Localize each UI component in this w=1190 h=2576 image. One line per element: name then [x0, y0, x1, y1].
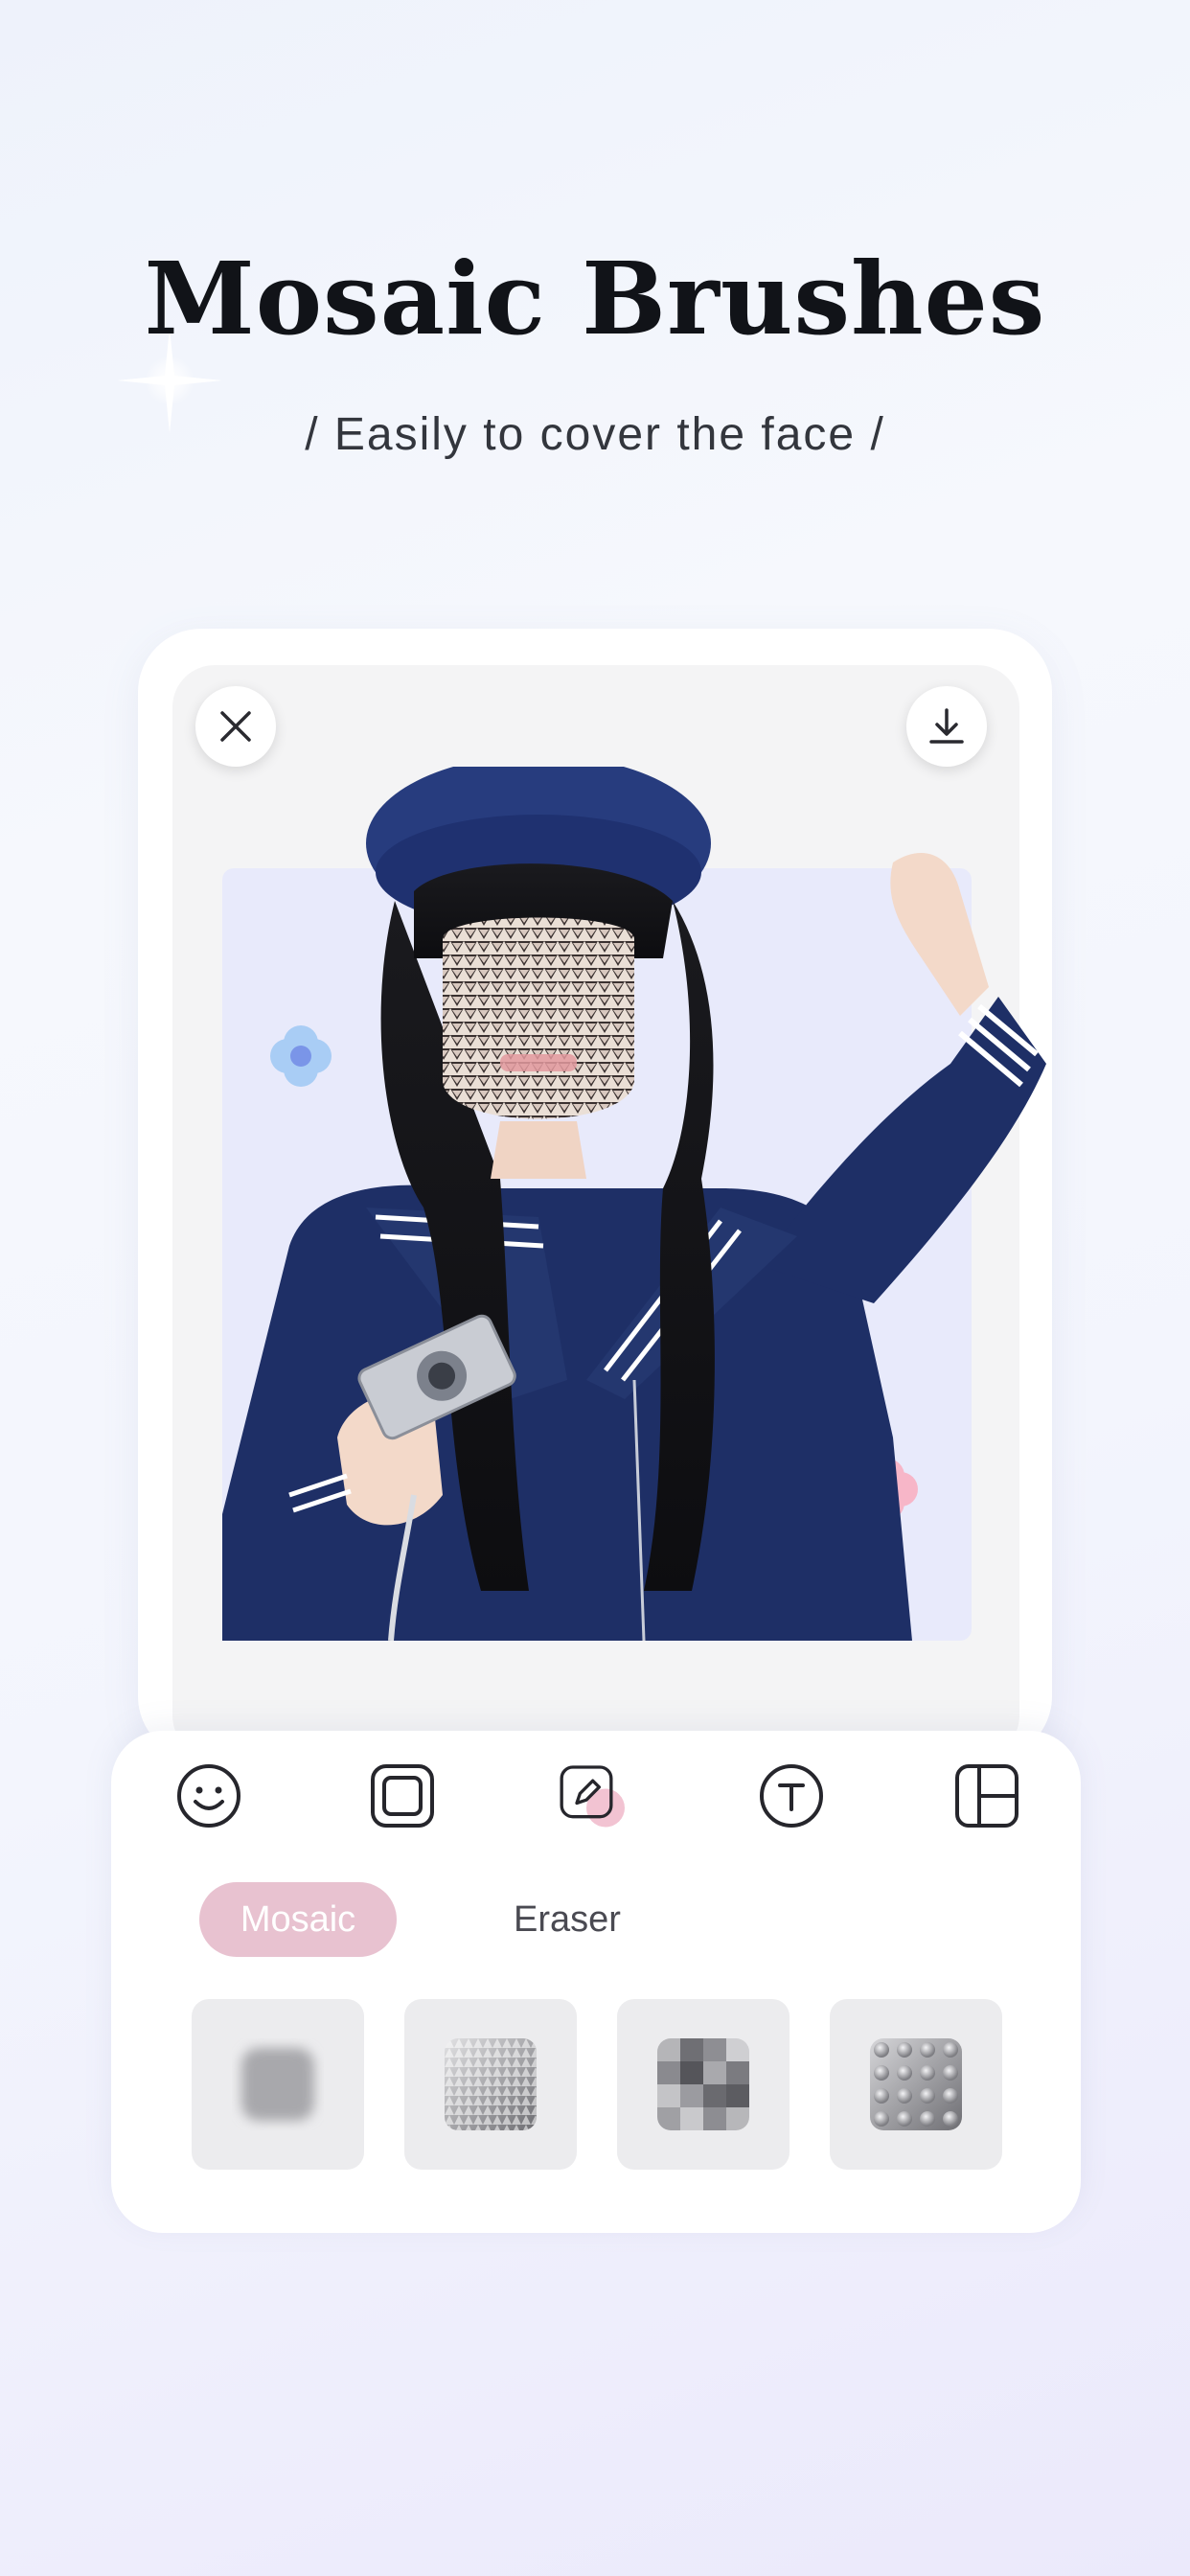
blur-brush-icon — [241, 2048, 314, 2121]
brush-option-gradient[interactable] — [404, 1999, 577, 2170]
edited-photo[interactable] — [222, 767, 1052, 1641]
close-button[interactable] — [195, 686, 276, 767]
sticker-tool-button[interactable] — [171, 1758, 247, 1834]
gradient-dots-brush-icon — [445, 2038, 537, 2130]
brush-option-blur[interactable] — [192, 1999, 364, 2170]
pixel-brush-icon — [657, 2038, 749, 2130]
download-icon — [929, 708, 964, 744]
page-subtitle: / Easily to cover the face / — [305, 409, 885, 460]
text-icon — [760, 1764, 823, 1828]
frame-tool-button[interactable] — [364, 1758, 441, 1834]
lego-brush-icon — [870, 2038, 962, 2130]
brush-option-pixel[interactable] — [617, 1999, 790, 2170]
close-icon — [220, 711, 251, 742]
layout-tool-button[interactable] — [949, 1758, 1025, 1834]
brush-pencil-icon — [560, 1765, 625, 1828]
blue-flower-icon — [270, 1025, 332, 1087]
frame-icon — [371, 1764, 434, 1828]
page-title: Mosaic Brushes — [144, 240, 1046, 357]
tab-eraser[interactable]: Eraser — [483, 1882, 652, 1957]
download-button[interactable] — [906, 686, 987, 767]
sticker-smiley-icon — [177, 1764, 240, 1828]
text-tool-button[interactable] — [753, 1758, 830, 1834]
tab-mosaic[interactable]: Mosaic — [199, 1882, 397, 1957]
brush-option-lego[interactable] — [830, 1999, 1002, 2170]
layout-icon — [955, 1764, 1018, 1828]
brush-tool-button[interactable] — [558, 1758, 634, 1834]
